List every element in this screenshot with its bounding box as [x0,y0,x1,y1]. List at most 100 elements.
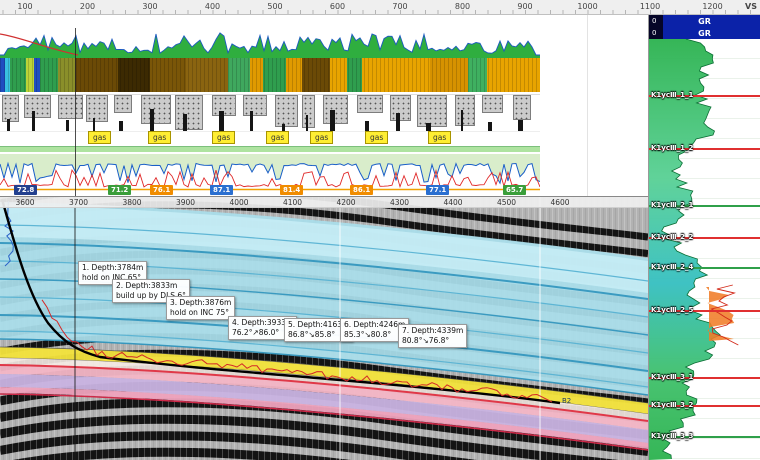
formation-line: K1ycⅢ_2_1 [649,205,760,207]
lithology-block [513,95,531,120]
formation-label: K1ycⅢ_2_5 [651,306,693,314]
geosteering-app: VS 1002003004005006007008009001000110012… [0,0,760,460]
lithology-block [323,95,348,124]
lithology-block [24,95,52,118]
gas-label: gas [212,131,235,144]
lithology-bar [426,123,431,131]
gr-header-row-1: 0 GR [649,15,760,27]
curve-value-tag: 72.8 [14,185,37,195]
lithology-block [482,95,503,113]
annotation-layer: 1. Depth:3784mhold on INC 65°2. Depth:38… [0,197,648,460]
lithology-bar [330,110,335,131]
curve-value-tag: 86.1 [350,185,373,195]
formation-line: K1ycⅢ_2_5 [649,310,760,312]
lithology-bar [365,121,369,131]
formation-line: K1ycⅢ_1_2 [649,148,760,150]
lithology-bar [461,110,463,131]
formation-line: K1ycⅢ_3_1 [649,377,760,379]
ruler-tick-label: 200 [80,2,95,11]
formation-line: K1ycⅢ_3_3 [649,436,760,438]
lithology-block [141,95,170,124]
formation-line: K1ycⅢ_2_2 [649,237,760,239]
cross-section-panel[interactable]: 3600370038003900400041004200430044004500… [0,196,648,460]
annotation-box-3: 3. Depth:3876mhold on INC 75° [166,296,235,320]
lithology-bar [93,118,95,131]
gr-curve-track [0,28,540,58]
lithology-bar [306,115,309,131]
gas-label: gas [365,131,388,144]
formation-label: K1ycⅢ_1_1 [651,91,693,99]
ruler-tick-label: 1200 [702,2,722,11]
lithology-block [175,95,203,130]
formation-label: K1ycⅢ_2_2 [651,233,693,241]
gr-type-log-panel[interactable]: 0 GR 0 GR K1ycⅢ_1_1K1ycⅢ_1_2K1ycⅢ_2_1K1y… [648,15,760,460]
gas-label: gas [148,131,171,144]
lithology-block [455,95,475,126]
gas-label: gas [266,131,289,144]
grid-line [587,15,588,196]
ruler-tick-label: 1000 [577,2,597,11]
gas-show-row: gas gas gas gas gas gas gas [0,131,540,145]
target-point-label: B2 [562,397,571,405]
gas-label: gas [428,131,451,144]
formation-label: K1ycⅢ_2_4 [651,263,693,271]
ruler-tick-label: 700 [392,2,407,11]
formation-label: K1ycⅢ_2_1 [651,201,693,209]
lithology-bar [250,111,253,131]
gr-header-row-2: 0 GR [649,27,760,39]
curve-value-tag: 76.1 [150,185,173,195]
formation-line: K1ycⅢ_1_1 [649,95,760,97]
ruler-tick-label: 600 [330,2,345,11]
curve-value-tag: 77.1 [426,185,449,195]
interpretation-band [0,146,540,152]
lithology-bar [119,121,123,131]
log-tracks-panel[interactable]: gas gas gas gas gas gas gas 72.8 71.2 76.1 87.1 81… [0,15,648,196]
annotation-text: 7. Depth:4339m [402,326,463,336]
curve-value-tag: 71.2 [108,185,131,195]
annotation-text: 2. Depth:3833m [116,281,186,291]
annotation-text: 85.3°↘80.8° [344,330,405,340]
annotation-text: 80.8°↘76.8° [402,336,463,346]
lithology-bar [518,120,523,131]
lithology-bar [219,111,224,131]
annotation-text: 3. Depth:3876m [170,298,231,308]
formation-label: K1ycⅢ_1_2 [651,144,693,152]
ruler-tick-label: 300 [142,2,157,11]
lithology-block [212,95,235,116]
lithology-bar [183,114,186,131]
ruler-tick-label: 900 [517,2,532,11]
curve-value-tag: 87.1 [210,185,233,195]
curve-value-tag: 65.7 [503,185,526,195]
lithology-bar [7,119,11,131]
annotation-text: 1. Depth:3784m [82,263,143,273]
track-section-divider [75,28,76,196]
curve-value-tags-row: 72.8 71.2 76.1 87.1 81.4 86.1 77.1 65.7 [0,185,540,196]
formation-label: K1ycⅢ_3_3 [651,432,693,440]
ruler-tick-label: 800 [455,2,470,11]
gas-label: gas [88,131,111,144]
type-log-gr-curve [649,39,760,460]
lithology-block [114,95,132,113]
lithology-block [58,95,82,119]
vs-unit-label: VS [745,2,757,11]
lithology-block [357,95,382,113]
gas-label: gas [310,131,333,144]
annotation-text: 6. Depth:4246m [344,320,405,330]
lithology-bar [488,122,492,131]
lithology-block [243,95,266,116]
lithology-bar [150,109,154,131]
ruler-tick-label: 1100 [640,2,660,11]
vs-ruler: VS 1002003004005006007008009001000110012… [0,0,760,15]
lithology-bar [66,120,70,131]
lithology-track [0,94,540,132]
image-log-track [0,58,540,92]
formation-label: K1ycⅢ_3_1 [651,373,693,381]
ruler-tick-label: 400 [205,2,220,11]
lithology-block [417,95,447,127]
ruler-tick-label: 500 [267,2,282,11]
formation-line: K1ycⅢ_2_4 [649,267,760,269]
formation-line: K1ycⅢ_3_2 [649,405,760,407]
curve-value-tag: 81.4 [280,185,303,195]
lithology-bar [396,113,401,131]
annotation-box-7: 7. Depth:4339m80.8°↘76.8° [398,324,467,348]
